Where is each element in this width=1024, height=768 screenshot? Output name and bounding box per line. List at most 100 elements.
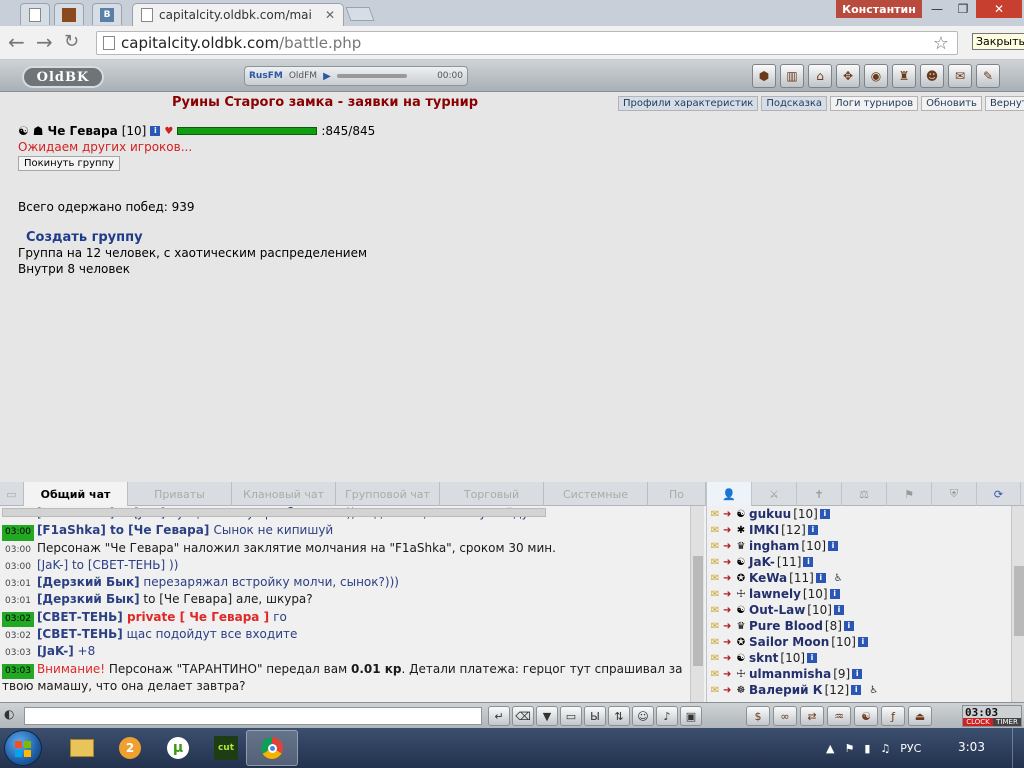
close-tab-icon[interactable]: ✕ (325, 8, 335, 22)
online-player-name[interactable]: lawnely (749, 587, 801, 601)
horn-icon[interactable]: ♒ (827, 706, 851, 726)
online-player-row[interactable]: ✉ ➜ ☯ sknt [10] i (707, 650, 1011, 666)
bank-icon[interactable]: ⌂ (808, 64, 832, 88)
sort-icon[interactable]: ⇅ (608, 706, 630, 726)
chat-segment-nickb[interactable]: [Дерзкий Бык] (37, 592, 140, 606)
tab-online-players[interactable]: 👤 (707, 482, 752, 506)
chat-segment-nick[interactable]: щас подойдут все входите (123, 627, 298, 641)
private-message-icon[interactable]: ✉ (709, 509, 721, 520)
hint-button[interactable]: Подсказка (761, 96, 828, 111)
screen-icon[interactable]: ▭ (560, 706, 582, 726)
chat-segment-nickb[interactable]: to [Че Гевара] (106, 523, 214, 537)
tab-clan-chat[interactable]: Клановый чат (232, 482, 336, 506)
online-scrollbar[interactable] (1011, 506, 1024, 702)
send-icon[interactable]: ↵ (488, 706, 510, 726)
info-icon[interactable]: i (819, 509, 830, 519)
online-player-row[interactable]: ✉ ➜ ♛ ingham [10] i (707, 538, 1011, 554)
chat-mode-icon[interactable]: ◐ (4, 707, 14, 721)
exit-icon[interactable]: ⏏ (908, 706, 932, 726)
forward-arrow-icon[interactable]: → (36, 32, 53, 52)
start-button[interactable] (4, 730, 42, 766)
pinned-tab-blank[interactable] (20, 3, 50, 25)
chat-timestamp[interactable]: 03:01 (2, 594, 34, 609)
chat-timestamp[interactable]: 03:02 (2, 611, 34, 628)
chat-timestamp[interactable]: 03:00 (2, 525, 34, 541)
info-icon[interactable]: i (829, 589, 840, 599)
chat-segment-nick[interactable]: го (273, 610, 287, 624)
utorrent-taskbar-icon[interactable]: µ (152, 730, 204, 766)
private-message-icon[interactable]: ✉ (709, 525, 721, 536)
online-player-row[interactable]: ✉ ➜ ☩ lawnely [10] i (707, 586, 1011, 602)
clan-icon[interactable]: ◉ (864, 64, 888, 88)
tab-privates[interactable]: Приваты (128, 482, 232, 506)
online-player-name[interactable]: Pure Blood (749, 619, 823, 633)
chat-segment-nickb[interactable]: [СВЕТ-ТЕНЬ] (37, 610, 123, 624)
sound-icon[interactable]: ♪ (656, 706, 678, 726)
online-player-row[interactable]: ✉ ➜ ✪ Sailor Moon [10] i (707, 634, 1011, 650)
close-window-button[interactable]: ✕ (976, 0, 1022, 18)
info-icon[interactable]: i (843, 621, 854, 631)
page-info-icon[interactable] (103, 36, 115, 50)
link-icon[interactable]: ∞ (773, 706, 797, 726)
online-player-row[interactable]: ✉ ➜ ☯ Out-Law [10] i (707, 602, 1011, 618)
info-icon[interactable]: i (807, 653, 818, 663)
leave-group-button[interactable]: Покинуть группу (18, 156, 121, 171)
online-player-name[interactable]: KeWa (749, 571, 787, 585)
translit-icon[interactable]: Ы (584, 706, 606, 726)
tab-online-temple[interactable]: ✝ (797, 482, 842, 506)
chat-timestamp[interactable]: 03:02 (2, 629, 34, 644)
exchange-icon[interactable]: ⇄ (800, 706, 824, 726)
mail-icon[interactable]: ✉ (948, 64, 972, 88)
chat-segment-nickb[interactable]: [F1aShka] (37, 523, 106, 537)
chat-toggle-icon[interactable]: ▭ (0, 482, 24, 506)
online-player-row[interactable]: ✉ ➜ ✱ IMKI [12] i (707, 522, 1011, 538)
stats-icon[interactable]: ▥ (780, 64, 804, 88)
info-icon[interactable]: i (828, 541, 839, 551)
inventory-icon[interactable]: ⬢ (752, 64, 776, 88)
online-player-row[interactable]: ✉ ➜ ✪ KeWa [11] i ♿ (707, 570, 1011, 586)
flag-tray-icon[interactable]: ⚑ (844, 742, 854, 755)
settings-icon[interactable]: ✎ (976, 64, 1000, 88)
chat-timestamp[interactable]: 03:00 (2, 560, 34, 575)
quest-icon[interactable]: ♜ (892, 64, 916, 88)
chat-segment-nickb[interactable]: [Дерзкий Бык] (37, 575, 140, 589)
private-message-icon[interactable]: ✉ (709, 557, 721, 568)
info-icon[interactable]: i (852, 669, 863, 679)
info-icon[interactable]: i (851, 685, 862, 695)
online-scroll-thumb[interactable] (1014, 566, 1024, 636)
rune-icon[interactable]: ƒ (881, 706, 905, 726)
chat-scrollbar[interactable] (690, 506, 704, 702)
pinned-tab-vk[interactable]: B (92, 3, 122, 25)
tab-group-chat[interactable]: Групповой чат (336, 482, 440, 506)
refresh-button[interactable]: Обновить (921, 96, 982, 111)
info-icon[interactable]: i (803, 557, 814, 567)
radio-oldfm[interactable]: OldFM (289, 71, 317, 81)
chat-segment-nick[interactable]: Сынок не кипишуй (214, 523, 334, 537)
info-icon[interactable]: i (857, 637, 868, 647)
return-button[interactable]: Вернуться (984, 96, 1024, 111)
chat-timestamp[interactable]: 03:03 (2, 663, 34, 679)
chat-segment-nick[interactable]: to [СВЕТ-ТЕНЬ] (68, 558, 169, 572)
tab-online-battles[interactable]: ⚔ (752, 482, 797, 506)
private-message-icon[interactable]: ✉ (709, 653, 721, 664)
language-indicator[interactable]: РУС (900, 742, 921, 755)
radio-rusfm[interactable]: RusFM (249, 71, 283, 81)
reload-icon[interactable]: ↻ (64, 32, 79, 52)
player-name[interactable]: Че Гевара (48, 124, 118, 138)
info-icon[interactable]: i (150, 126, 161, 136)
play-icon[interactable]: ▶ (323, 71, 331, 82)
profiles-button[interactable]: Профили характеристик (618, 96, 759, 111)
show-desktop-button[interactable] (1012, 728, 1024, 768)
app4-taskbar-icon[interactable]: cut (200, 730, 252, 766)
private-message-icon[interactable]: ✉ (709, 685, 721, 696)
online-player-row[interactable]: ✉ ➜ ☯ JaK- [11] i (707, 554, 1011, 570)
tab-online-trade[interactable]: ⚖ (842, 482, 887, 506)
chat-input[interactable] (24, 707, 482, 725)
chat-segment-nickb[interactable]: [JaK-] (37, 644, 74, 658)
online-player-name[interactable]: Валерий К (749, 683, 823, 697)
clear-icon[interactable]: ⌫ (512, 706, 534, 726)
tray-expand-icon[interactable]: ▲ (826, 742, 834, 755)
back-arrow-icon[interactable]: ← (8, 32, 25, 52)
address-bar[interactable]: capitalcity.oldbk.com /battle.php ☆ (96, 31, 958, 55)
money-icon[interactable]: $ (746, 706, 770, 726)
